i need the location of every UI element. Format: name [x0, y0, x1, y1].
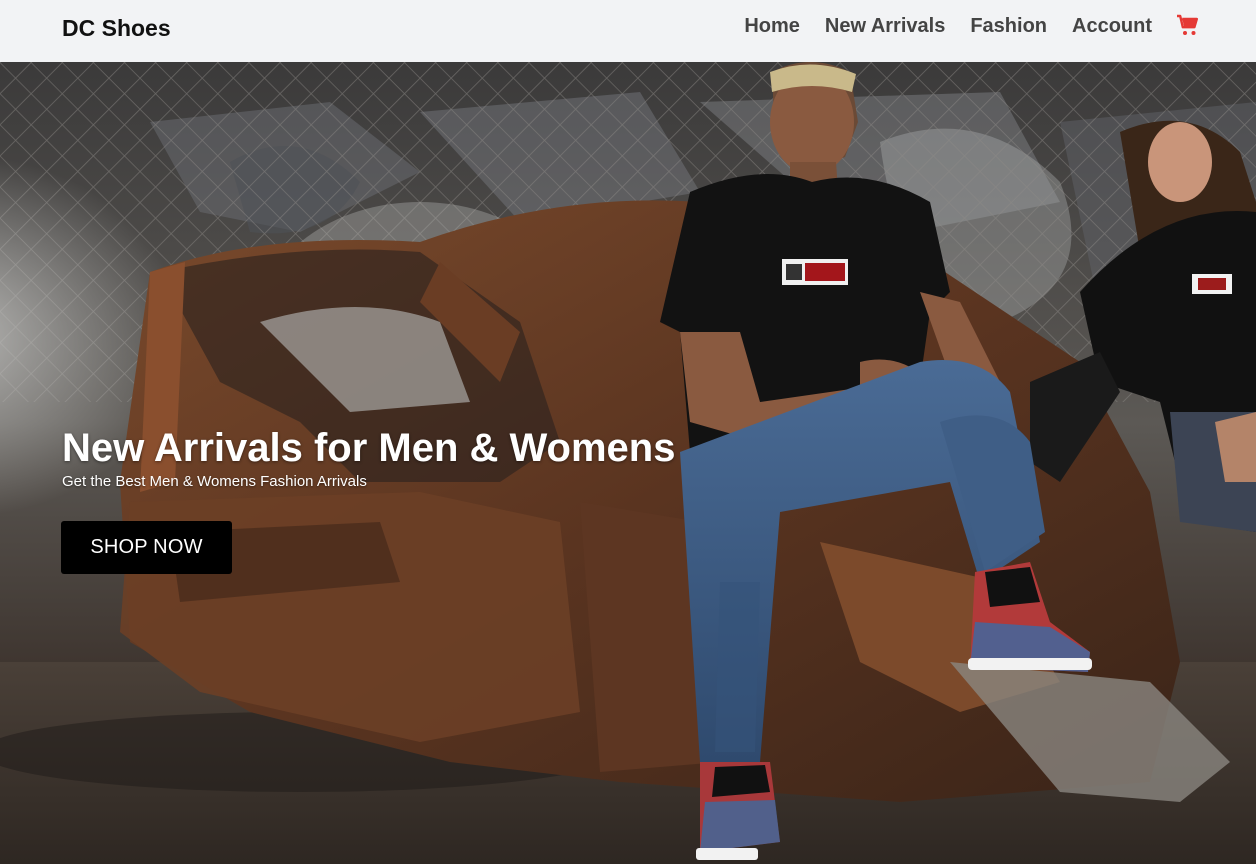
nav-link-home[interactable]: Home — [744, 15, 800, 38]
hero-title: New Arrivals for Men & Womens — [62, 426, 676, 470]
nav-link-new-arrivals[interactable]: New Arrivals — [825, 15, 945, 38]
nav-link-fashion[interactable]: Fashion — [970, 15, 1047, 38]
shop-now-button[interactable]: SHOP NOW — [61, 521, 232, 574]
shopping-cart-icon[interactable] — [1176, 14, 1200, 38]
hero-subtitle: Get the Best Men & Womens Fashion Arriva… — [62, 473, 367, 490]
nav-link-account[interactable]: Account — [1072, 15, 1152, 38]
brand-logo-link[interactable]: DC Shoes — [62, 15, 171, 42]
nav-links: Home New Arrivals Fashion Account — [744, 14, 1200, 38]
hero-banner: New Arrivals for Men & Womens Get the Be… — [0, 62, 1256, 864]
top-navbar: DC Shoes Home New Arrivals Fashion Accou… — [0, 0, 1256, 62]
